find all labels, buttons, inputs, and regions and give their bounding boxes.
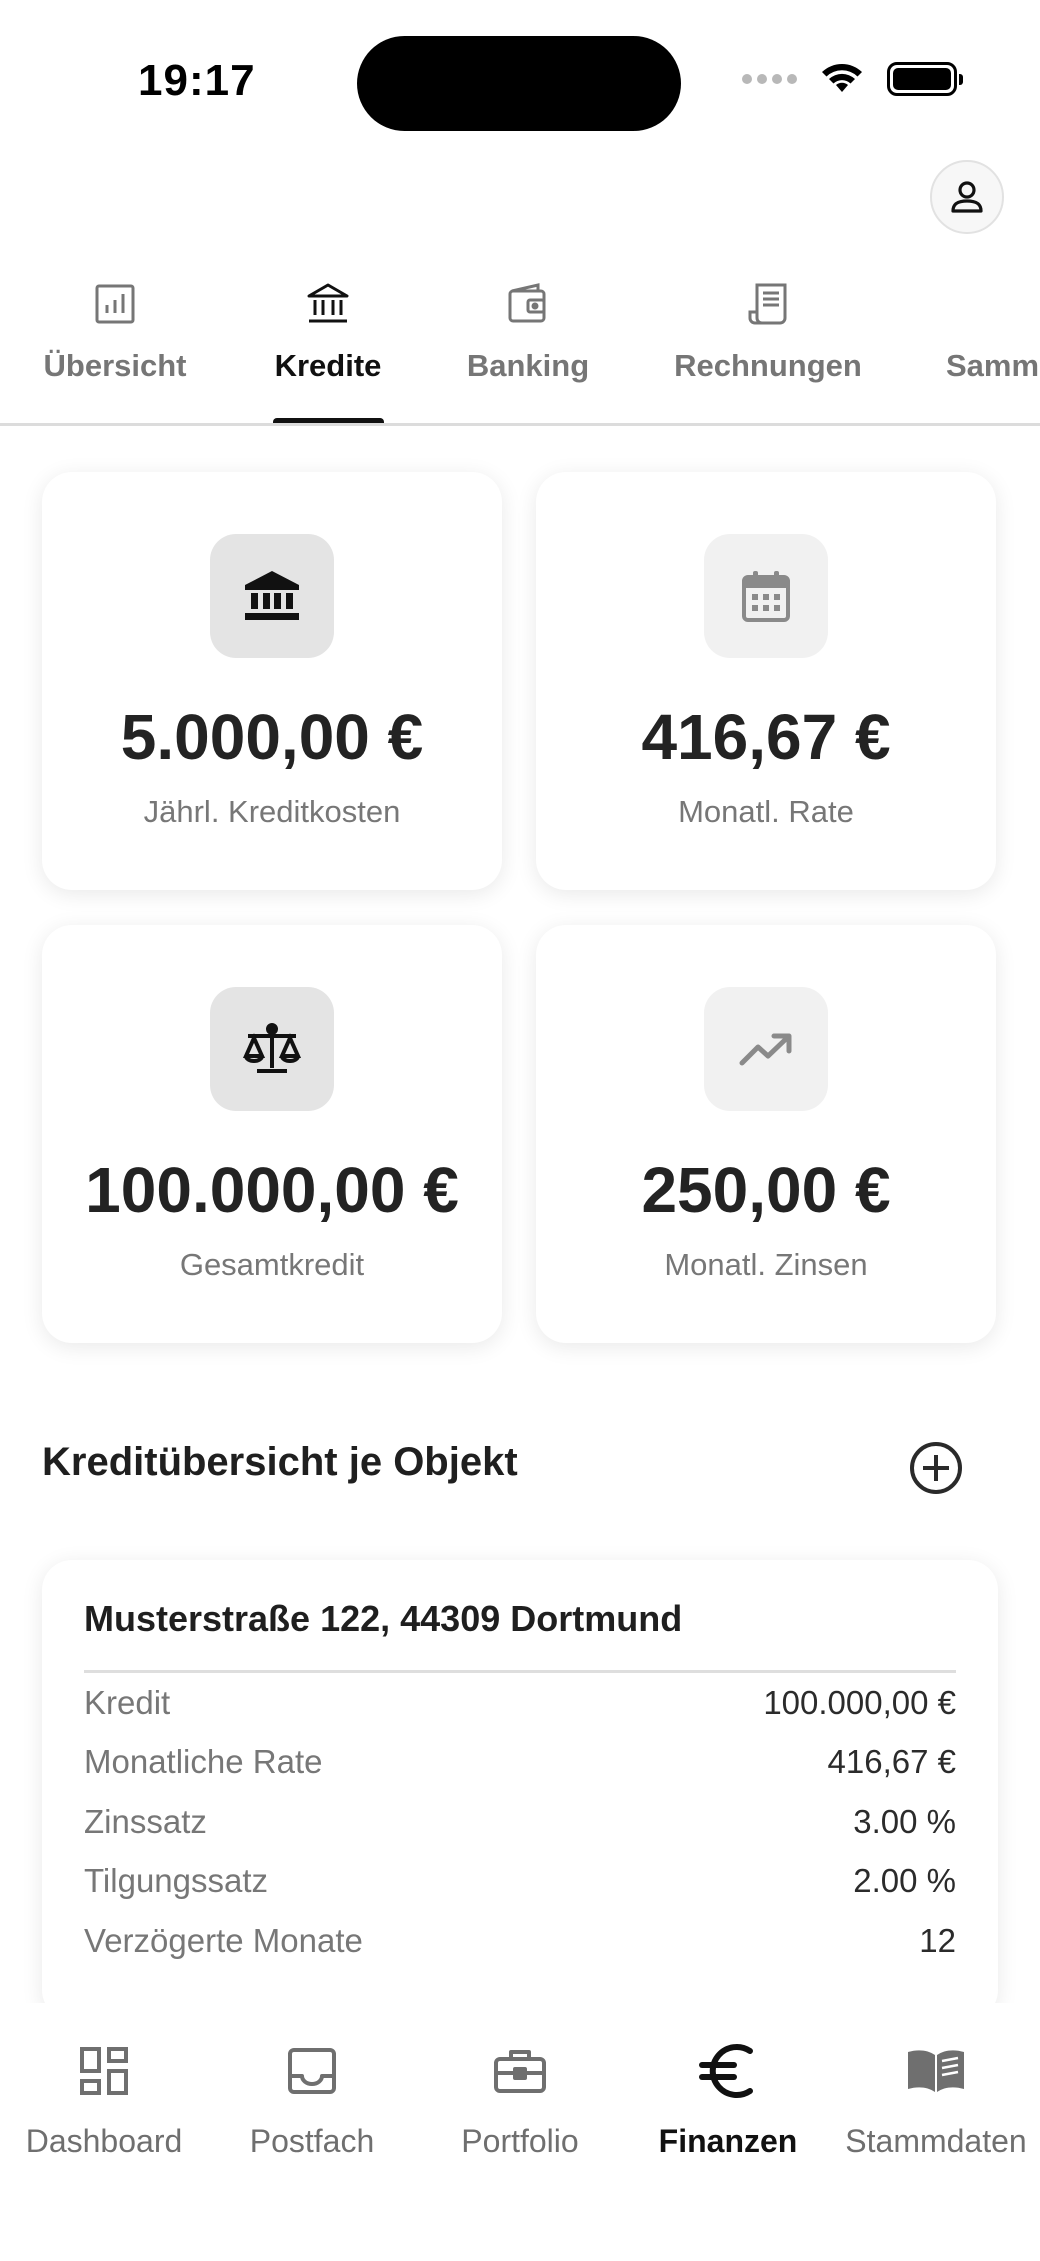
tab-kredite[interactable]: Kredite (223, 276, 433, 384)
stat-value: 416,67 € (641, 701, 891, 773)
nav-label: Dashboard (25, 2123, 183, 2159)
finance-tabs: Übersicht Kredite Banking Rechnungen Sam… (0, 262, 1040, 426)
status-icons (742, 62, 963, 96)
stat-label: Monatl. Rate (678, 794, 854, 829)
stat-icon-box (210, 534, 334, 658)
add-circle-icon (910, 1442, 962, 1494)
briefcase-icon (494, 2050, 546, 2093)
tab-label: Übersicht (43, 348, 187, 383)
bar-chart-icon (95, 284, 135, 324)
nav-label: Postfach (249, 2123, 375, 2159)
signal-icon (742, 74, 797, 84)
bottom-navigation: Dashboard Postfach Portfolio Finanzen St… (0, 2003, 1040, 2261)
receipt-icon (748, 283, 787, 325)
scale-icon (243, 1023, 301, 1073)
status-bar: 19:17 (0, 0, 1040, 150)
stat-label: Monatl. Zinsen (664, 1247, 868, 1282)
detail-label: Verzögerte Monate (84, 1921, 363, 1959)
nav-label: Stammdaten (845, 2123, 1027, 2159)
detail-label: Tilgungssatz (84, 1862, 269, 1900)
tab-label: Rechnungen (674, 348, 862, 383)
section-title: Kreditübersicht je Objekt (42, 1440, 518, 1484)
nav-portfolio[interactable]: Portfolio (416, 2039, 624, 2160)
stat-value: 250,00 € (641, 1154, 891, 1226)
wallet-icon (508, 283, 546, 323)
tab-label: Banking (466, 348, 590, 383)
tab-sammlung[interactable]: Samm (900, 276, 1040, 384)
stat-icon-box (704, 534, 828, 658)
detail-row-verzoegerte-monate: Verzögerte Monate 12 (84, 1911, 956, 1971)
active-tab-indicator (273, 418, 384, 423)
detail-value: 12 (919, 1921, 956, 1959)
nav-postfach[interactable]: Postfach (208, 2039, 416, 2160)
stat-label: Gesamtkredit (179, 1247, 365, 1282)
person-icon (951, 181, 983, 213)
nav-label: Portfolio (461, 2123, 579, 2159)
detail-value: 416,67 € (827, 1743, 956, 1781)
stat-label: Jährl. Kreditkosten (143, 794, 401, 829)
inbox-icon (288, 2048, 336, 2094)
detail-row-kredit: Kredit 100.000,00 € (84, 1673, 956, 1733)
wifi-icon (822, 64, 862, 92)
bank-icon (245, 571, 299, 620)
tab-banking[interactable]: Banking (423, 276, 633, 384)
detail-row-zinssatz: Zinssatz 3.00 % (84, 1792, 956, 1852)
battery-icon (887, 62, 963, 96)
trending-up-icon (739, 1033, 792, 1066)
calendar-icon (742, 571, 790, 622)
detail-label: Monatliche Rate (84, 1743, 323, 1781)
stat-card-monthly-rate: 416,67 € Monatl. Rate (536, 472, 996, 890)
detail-label: Kredit (84, 1683, 171, 1721)
stat-card-total-credit: 100.000,00 € Gesamtkredit (42, 925, 502, 1343)
detail-value: 100.000,00 € (763, 1683, 956, 1721)
add-credit-button[interactable] (908, 1440, 964, 1496)
detail-value: 2.00 % (853, 1862, 956, 1900)
detail-row-tilgungssatz: Tilgungssatz 2.00 % (84, 1852, 956, 1912)
book-icon (908, 2050, 964, 2092)
stat-card-monthly-interest: 250,00 € Monatl. Zinsen (536, 925, 996, 1343)
stat-value: 5.000,00 € (120, 701, 424, 773)
detail-row-rate: Monatliche Rate 416,67 € (84, 1733, 956, 1793)
stat-value: 100.000,00 € (85, 1154, 459, 1226)
nav-label: Finanzen (658, 2123, 798, 2159)
stat-icon-box (210, 987, 334, 1111)
nav-stammdaten[interactable]: Stammdaten (832, 2039, 1040, 2160)
detail-label: Zinssatz (84, 1802, 207, 1840)
nav-dashboard[interactable]: Dashboard (0, 2039, 208, 2160)
euro-icon (699, 2044, 753, 2098)
dynamic-island (357, 36, 681, 131)
profile-button[interactable] (930, 160, 1004, 234)
nav-finanzen[interactable]: Finanzen (624, 2039, 832, 2160)
stat-icon-box (704, 987, 828, 1111)
credit-object-card[interactable]: Musterstraße 122, 44309 Dortmund Kredit … (42, 1560, 998, 2020)
tab-rechnungen[interactable]: Rechnungen (663, 276, 873, 384)
object-address: Musterstraße 122, 44309 Dortmund (84, 1598, 956, 1673)
tab-uebersicht[interactable]: Übersicht (10, 276, 220, 384)
tab-label: Samm (946, 348, 1040, 383)
bank-icon (307, 283, 349, 323)
status-time: 19:17 (138, 56, 256, 105)
dashboard-icon (80, 2047, 128, 2095)
tab-label: Kredite (274, 348, 382, 383)
stat-card-annual-cost: 5.000,00 € Jährl. Kreditkosten (42, 472, 502, 890)
detail-value: 3.00 % (853, 1802, 956, 1840)
